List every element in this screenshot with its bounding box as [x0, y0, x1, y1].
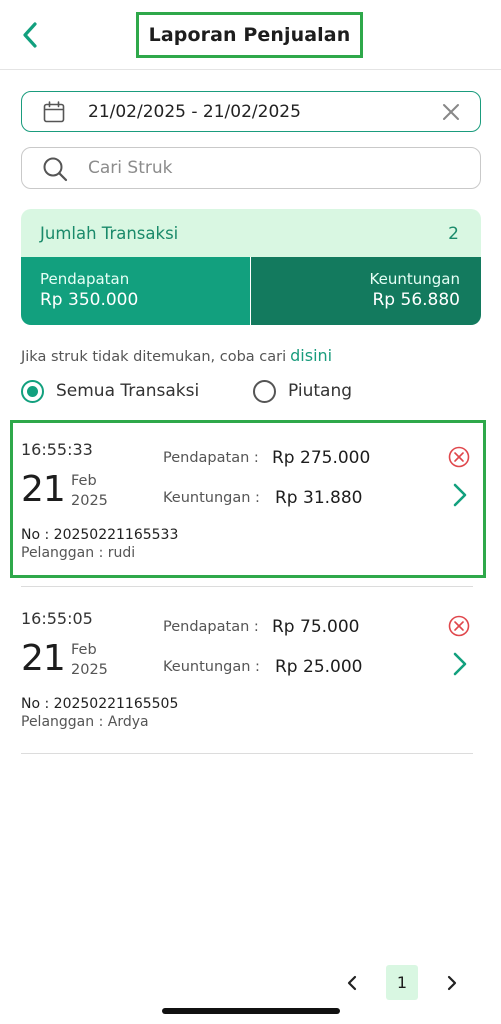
summary-card: Jumlah Transaksi 2 Pendapatan Rp 350.000…	[21, 209, 481, 325]
transaction-profit-label: Keuntungan :	[163, 490, 260, 506]
transaction-day: 21	[21, 638, 66, 679]
page-title: Laporan Penjualan	[148, 24, 351, 46]
profit-value: Rp 56.880	[372, 290, 461, 310]
date-range-field[interactable]: 21/02/2025 - 21/02/2025	[21, 91, 481, 132]
chevron-left-icon	[23, 22, 37, 48]
transaction-profit-value: Rp 25.000	[275, 657, 363, 677]
transaction-revenue-label: Pendapatan :	[163, 619, 259, 635]
date-range-value: 21/02/2025 - 21/02/2025	[88, 102, 301, 122]
transaction-revenue-value: Rp 75.000	[272, 617, 360, 637]
chevron-right-icon[interactable]	[451, 482, 469, 508]
page-title-box: Laporan Penjualan	[136, 12, 363, 58]
back-button[interactable]	[14, 18, 46, 52]
delete-icon[interactable]	[448, 446, 470, 468]
next-page-button[interactable]	[440, 970, 464, 996]
divider	[21, 753, 473, 754]
transaction-year: 2025	[71, 493, 108, 509]
transaction-time: 16:55:05	[21, 609, 93, 628]
profit-label: Keuntungan	[369, 270, 460, 288]
radio-selected-indicator	[21, 379, 44, 403]
transaction-revenue-label: Pendapatan :	[163, 450, 259, 466]
radio-all-label: Semua Transaksi	[56, 381, 200, 401]
transaction-month: Feb	[71, 642, 97, 658]
transaction-profit-value: Rp 31.880	[275, 488, 363, 508]
close-icon[interactable]	[441, 102, 461, 122]
search-icon	[43, 157, 68, 182]
transaction-item[interactable]: 16:55:05 21 Feb 2025 Pendapatan : Rp 75.…	[21, 597, 481, 747]
chevron-right-icon[interactable]	[451, 651, 469, 677]
not-found-hint: Jika struk tidak ditemukan, coba cari dis…	[21, 346, 332, 365]
transaction-customer: Pelanggan : rudi	[21, 545, 136, 561]
home-indicator[interactable]	[162, 1008, 340, 1014]
delete-icon[interactable]	[448, 615, 470, 637]
transaction-item[interactable]: 16:55:33 21 Feb 2025 Pendapatan : Rp 275…	[10, 420, 486, 578]
transaction-year: 2025	[71, 662, 108, 678]
search-field[interactable]	[21, 147, 481, 189]
radio-receivables[interactable]: Piutang	[253, 378, 352, 404]
transaction-day: 21	[21, 469, 66, 510]
transaction-profit-label: Keuntungan :	[163, 659, 260, 675]
transaction-time: 16:55:33	[21, 440, 93, 459]
profit-panel: Keuntungan Rp 56.880	[251, 257, 481, 325]
radio-unselected-indicator	[253, 379, 276, 403]
transaction-number: No : 20250221165533	[21, 527, 179, 543]
radio-receivables-label: Piutang	[288, 381, 353, 401]
search-here-link[interactable]: disini	[290, 346, 332, 365]
transaction-count-row: Jumlah Transaksi 2	[21, 209, 481, 257]
transaction-month: Feb	[71, 473, 97, 489]
page-number-button[interactable]: 1	[386, 965, 418, 1000]
transaction-revenue-value: Rp 275.000	[272, 448, 371, 468]
transaction-customer: Pelanggan : Ardya	[21, 714, 149, 730]
calendar-icon	[43, 101, 65, 123]
transaction-number: No : 20250221165505	[21, 696, 179, 712]
divider	[21, 586, 473, 587]
revenue-value: Rp 350.000	[40, 290, 139, 310]
search-input[interactable]	[88, 154, 458, 182]
revenue-label: Pendapatan	[40, 270, 130, 288]
radio-all-transactions[interactable]: Semua Transaksi	[21, 378, 199, 404]
transaction-count-value: 2	[448, 224, 459, 244]
revenue-panel: Pendapatan Rp 350.000	[21, 257, 250, 325]
previous-page-button[interactable]	[340, 970, 364, 996]
transaction-count-label: Jumlah Transaksi	[40, 224, 179, 243]
header: Laporan Penjualan	[0, 0, 501, 70]
hint-text: Jika struk tidak ditemukan, coba cari	[21, 349, 287, 365]
